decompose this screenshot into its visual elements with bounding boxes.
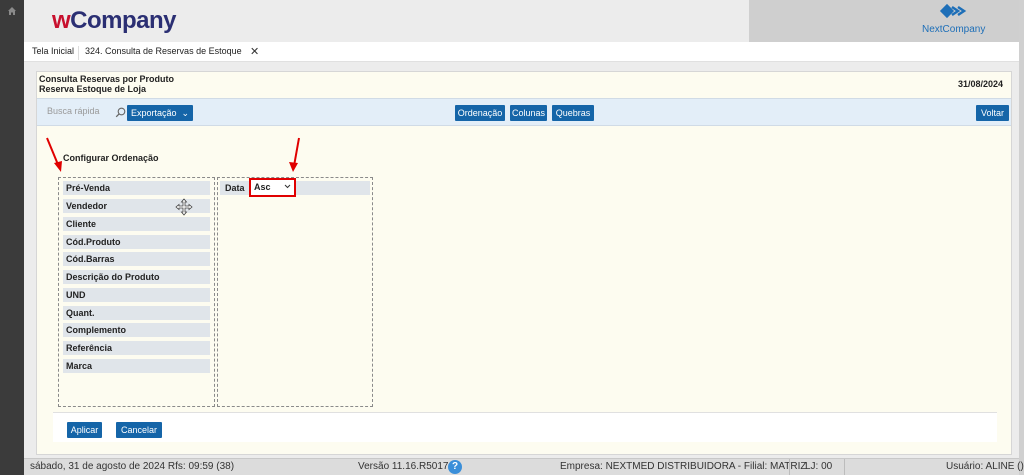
status-separator [789,459,790,475]
home-icon[interactable] [7,6,17,16]
sort-field-label: Data [225,183,245,193]
field-item[interactable]: Cód.Produto [63,235,210,249]
apply-button[interactable]: Aplicar [67,422,102,438]
status-company: Empresa: NEXTMED DISTRIBUIDORA - Filial:… [560,461,807,472]
cancel-button[interactable]: Cancelar [116,422,162,438]
sort-direction-value: Asc [254,182,271,192]
status-user: Usuário: ALINE () [946,461,1024,472]
status-separator [844,459,845,475]
search-icon[interactable] [115,107,126,118]
columns-button[interactable]: Colunas [510,105,547,121]
field-item[interactable]: Marca [63,359,210,373]
action-bar: Aplicar Cancelar [53,412,997,442]
left-rail [0,0,24,475]
report-date: 31/08/2024 [957,79,1003,89]
field-item[interactable]: Cliente [63,217,210,231]
red-arrow-icon [289,137,300,172]
breaks-button[interactable]: Quebras [552,105,594,121]
status-store: LJ: 00 [805,461,833,472]
report-panel: Consulta Reservas por Produto Reserva Es… [36,71,1012,455]
close-icon[interactable]: ✕ [250,45,259,58]
brand-logo: wCompany [52,7,177,34]
sort-row[interactable]: Data Asc [220,178,370,197]
field-item[interactable]: Quant. [63,306,210,320]
report-title: Consulta Reservas por Produto Reserva Es… [39,74,174,94]
search-placeholder: Busca rápida [47,106,100,116]
status-datetime: sábado, 31 de agosto de 2024 Rfs: 09:59 … [30,461,235,472]
export-button[interactable]: Exportação ⌄ [127,105,193,121]
field-item[interactable]: Pré-Venda [63,181,210,195]
tab-bar: Tela Inicial 324. Consulta de Reservas d… [24,42,1019,62]
status-bar: sábado, 31 de agosto de 2024 Rfs: 09:59 … [24,458,1024,475]
search-input[interactable]: Busca rápida [47,106,126,121]
back-button[interactable]: Voltar [976,105,1009,121]
field-item[interactable]: Complemento [63,323,210,337]
toolbar: Busca rápida Exportação ⌄ Ordenação Colu… [37,98,1011,126]
chevron-down-icon: ⌄ [181,108,190,118]
field-item[interactable]: Descrição do Produto [63,270,210,284]
red-arrow-icon [46,137,62,172]
tab-reservas[interactable]: 324. Consulta de Reservas de Estoque [78,46,242,60]
help-icon[interactable]: ? [448,460,462,474]
sort-fields-list: Data Asc [217,177,373,407]
status-version: Versão 11.16.R5017 [358,461,449,472]
app-header: wCompany NextCompany [24,0,1019,42]
tab-home[interactable]: Tela Inicial [32,46,74,56]
move-cursor-icon [175,198,193,216]
field-item[interactable]: UND [63,288,210,302]
sort-direction-select[interactable]: Asc [249,178,296,197]
config-title: Configurar Ordenação [63,153,159,163]
report-title-line1: Consulta Reservas por Produto [39,74,175,84]
field-item[interactable]: Cód.Barras [63,252,210,266]
nextcompany-logo-text: NextCompany [922,24,986,35]
scrollbar[interactable] [1019,0,1024,475]
report-title-line2: Reserva Estoque de Loja [39,84,147,94]
order-button[interactable]: Ordenação [455,105,505,121]
field-item[interactable]: Referência [63,341,210,355]
chevron-down-icon [284,184,291,189]
